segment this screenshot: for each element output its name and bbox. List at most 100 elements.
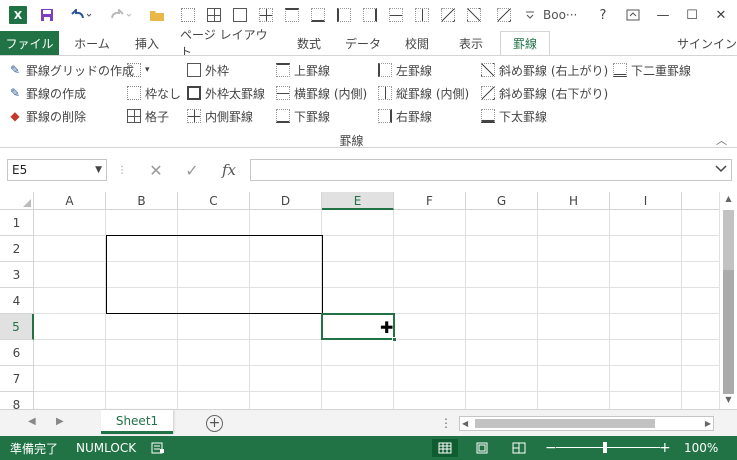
- qat-border-hinner-icon[interactable]: [385, 5, 407, 25]
- formula-input[interactable]: [250, 159, 732, 181]
- scroll-down-icon[interactable]: ▼: [720, 395, 737, 409]
- expand-formula-bar-icon[interactable]: [715, 162, 727, 176]
- draw-border-grid-button[interactable]: ✎ 罫線グリッドの作成: [8, 61, 134, 79]
- top-border-button[interactable]: 上罫線: [276, 61, 330, 79]
- horizontal-scrollbar[interactable]: ◀ ▶: [459, 416, 714, 431]
- row-header-6[interactable]: 6: [0, 340, 34, 366]
- normal-view-icon[interactable]: [432, 439, 458, 457]
- worksheet-grid[interactable]: A B C D E F G H I 1 2 3 4 5 6 7 8 ✚: [0, 192, 719, 409]
- tab-formulas[interactable]: 数式: [286, 31, 332, 55]
- help-button[interactable]: ?: [588, 4, 618, 26]
- ribbon-display-options-button[interactable]: [618, 4, 648, 26]
- right-border-button[interactable]: 右罫線: [378, 107, 432, 125]
- qat-border-bottom-icon[interactable]: [307, 5, 329, 25]
- column-header-i[interactable]: I: [610, 192, 682, 210]
- qat-border-diagup-icon[interactable]: [463, 5, 485, 25]
- qat-border-right-icon[interactable]: [359, 5, 381, 25]
- tab-review[interactable]: 校閲: [394, 31, 440, 55]
- border-style-dropdown[interactable]: ▾: [127, 61, 150, 79]
- qat-border-top-icon[interactable]: [281, 5, 303, 25]
- row-header-4[interactable]: 4: [0, 288, 34, 314]
- row-header-3[interactable]: 3: [0, 262, 34, 288]
- qat-border-grid-icon[interactable]: [203, 5, 225, 25]
- qat-border-all-icon[interactable]: [177, 5, 199, 25]
- redo-icon[interactable]: [106, 5, 136, 25]
- maximize-button[interactable]: ☐: [677, 4, 707, 26]
- row-header-5[interactable]: 5: [0, 314, 34, 340]
- name-box[interactable]: E5 ▼: [7, 159, 107, 181]
- next-sheet-icon[interactable]: ▶: [56, 416, 64, 427]
- zoom-in-button[interactable]: +: [659, 436, 671, 460]
- save-icon[interactable]: [36, 5, 58, 25]
- erase-border-button[interactable]: ◆ 罫線の削除: [8, 107, 86, 125]
- row-header-1[interactable]: 1: [0, 210, 34, 236]
- fill-handle[interactable]: [392, 337, 397, 342]
- qat-border-vinner-icon[interactable]: [411, 5, 433, 25]
- qat-border-diagdown-icon[interactable]: [437, 5, 459, 25]
- row-header-8[interactable]: 8: [0, 392, 34, 409]
- column-header-f[interactable]: F: [394, 192, 466, 210]
- bottom-border-button[interactable]: 下罫線: [276, 107, 330, 125]
- vertical-scrollbar[interactable]: ▲ ▼: [719, 192, 737, 409]
- inside-horizontal-border-button[interactable]: 横罫線 (内側): [276, 84, 367, 102]
- add-sheet-icon[interactable]: +: [206, 415, 223, 432]
- sheet-tab-sheet1[interactable]: Sheet1: [101, 410, 173, 434]
- tab-home[interactable]: ホーム: [66, 31, 118, 55]
- zoom-level[interactable]: 100%: [684, 436, 718, 460]
- draw-border-button[interactable]: ✎ 罫線の作成: [8, 84, 86, 102]
- diagonal-up-border-button[interactable]: 斜め罫線 (右上がり): [481, 61, 608, 79]
- outside-border-button[interactable]: 外枠: [187, 61, 229, 79]
- cancel-icon[interactable]: ✕: [145, 159, 167, 181]
- qat-customize-icon[interactable]: [519, 5, 541, 25]
- qat-border-inner-icon[interactable]: [255, 5, 277, 25]
- undo-icon[interactable]: [66, 5, 96, 25]
- left-border-button[interactable]: 左罫線: [378, 61, 432, 79]
- tab-file[interactable]: ファイル: [0, 31, 59, 55]
- zoom-out-button[interactable]: −: [545, 436, 557, 460]
- open-folder-icon[interactable]: [146, 5, 168, 25]
- all-borders-button[interactable]: 格子: [127, 107, 169, 125]
- horizontal-scroll-thumb[interactable]: [475, 419, 655, 428]
- thick-bottom-border-button[interactable]: 下太罫線: [481, 107, 547, 125]
- sheet-splitter-icon[interactable]: ⋮: [440, 416, 452, 430]
- inside-border-button[interactable]: 内側罫線: [187, 107, 253, 125]
- tab-view[interactable]: 表示: [448, 31, 494, 55]
- collapse-ribbon-icon[interactable]: ︿: [716, 132, 727, 148]
- column-header-b[interactable]: B: [106, 192, 178, 210]
- scroll-left-icon[interactable]: ◀: [462, 417, 468, 430]
- prev-sheet-icon[interactable]: ◀: [28, 416, 36, 427]
- column-header-g[interactable]: G: [466, 192, 538, 210]
- enter-icon[interactable]: ✓: [181, 159, 203, 181]
- vertical-scroll-track[interactable]: [723, 270, 734, 394]
- tab-borders[interactable]: 罫線: [500, 31, 550, 55]
- column-header-e[interactable]: E: [322, 192, 394, 210]
- chevron-down-icon[interactable]: ▼: [95, 160, 102, 180]
- zoom-slider-thumb[interactable]: [603, 442, 607, 453]
- tab-page-layout[interactable]: ページ レイアウト: [180, 28, 276, 59]
- qat-border-outer-icon[interactable]: [229, 5, 251, 25]
- close-button[interactable]: ✕: [706, 4, 736, 26]
- column-header-c[interactable]: C: [178, 192, 250, 210]
- inside-vertical-border-button[interactable]: 縦罫線 (内側): [378, 84, 469, 102]
- zoom-slider[interactable]: [556, 447, 660, 448]
- vertical-scroll-thumb[interactable]: [723, 210, 734, 270]
- row-header-7[interactable]: 7: [0, 366, 34, 392]
- minimize-button[interactable]: —: [648, 4, 678, 26]
- select-all-button[interactable]: [0, 192, 34, 210]
- column-header-partial[interactable]: [682, 192, 719, 210]
- signin-link[interactable]: サインイン: [677, 35, 737, 52]
- tab-data[interactable]: データ: [338, 31, 388, 55]
- page-layout-view-icon[interactable]: [469, 439, 495, 457]
- scroll-up-icon[interactable]: ▲: [720, 194, 737, 208]
- qat-border-left-icon[interactable]: [333, 5, 355, 25]
- column-header-a[interactable]: A: [34, 192, 106, 210]
- column-header-h[interactable]: H: [538, 192, 610, 210]
- page-break-view-icon[interactable]: [506, 439, 532, 457]
- scroll-right-icon[interactable]: ▶: [705, 417, 711, 430]
- tab-insert[interactable]: 挿入: [124, 31, 170, 55]
- diagonal-down-border-button[interactable]: 斜め罫線 (右下がり): [481, 84, 608, 102]
- thick-outside-border-button[interactable]: 外枠太罫線: [187, 84, 265, 102]
- double-bottom-border-button[interactable]: 下二重罫線: [613, 61, 691, 79]
- no-border-button[interactable]: 枠なし: [127, 84, 181, 102]
- row-header-2[interactable]: 2: [0, 236, 34, 262]
